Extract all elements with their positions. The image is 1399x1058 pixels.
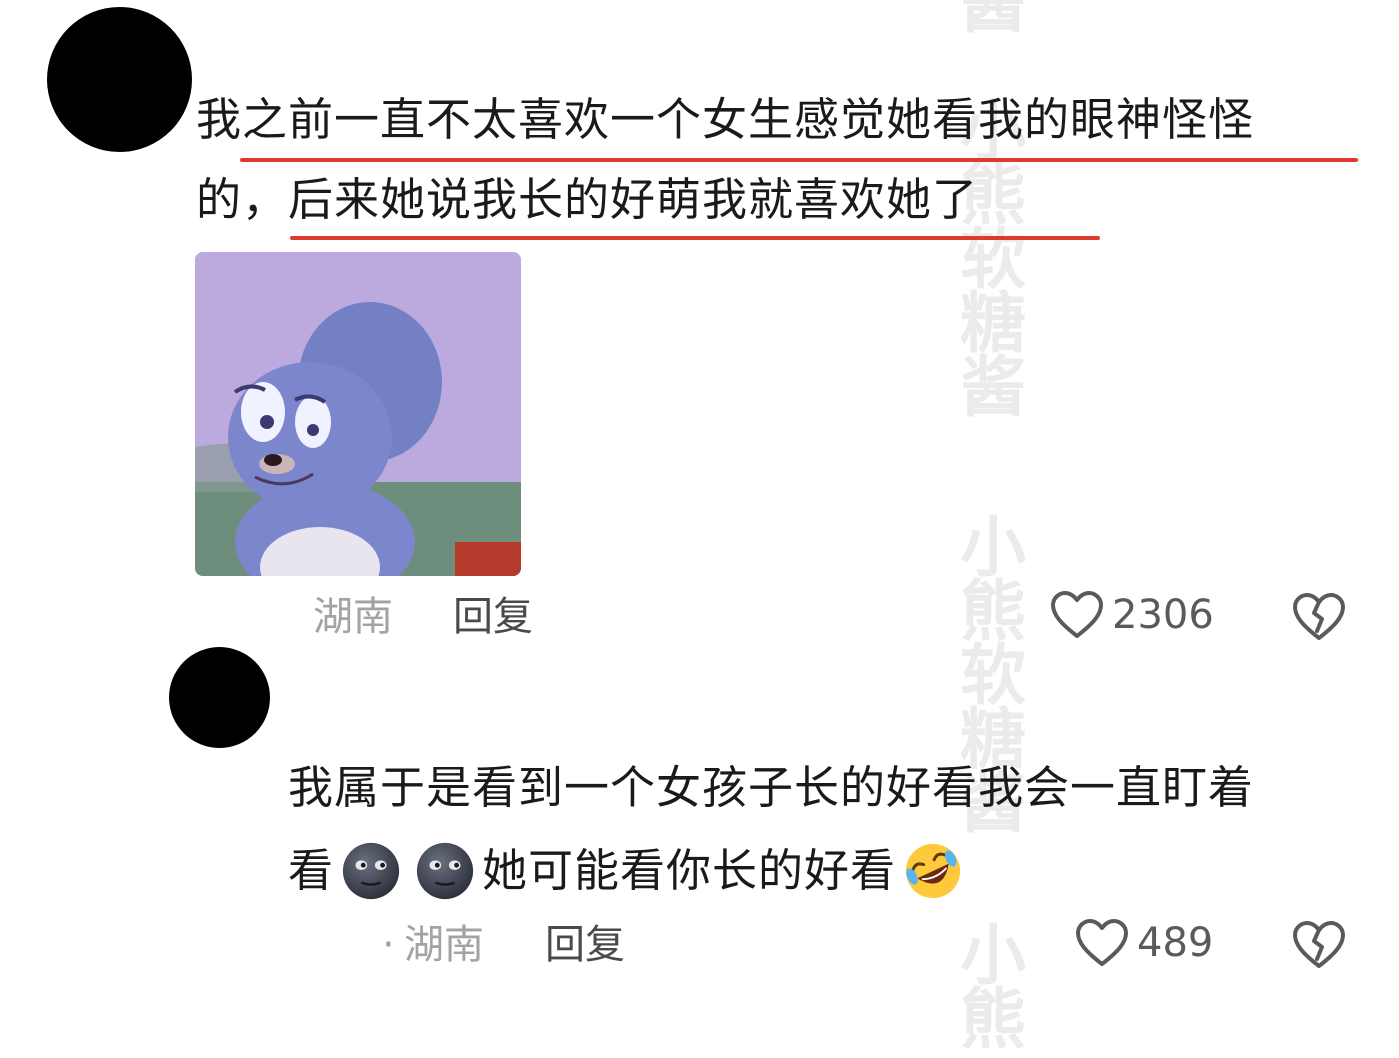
heart-outline-icon xyxy=(1076,919,1128,966)
dislike-button[interactable] xyxy=(1293,919,1345,971)
comment-text-segment: 看 xyxy=(288,844,335,897)
red-underline xyxy=(290,236,1100,240)
dislike-button[interactable] xyxy=(1293,591,1345,643)
like-button[interactable]: 489 xyxy=(1075,918,1213,968)
rolling-on-floor-laughing-emoji-icon xyxy=(905,843,961,899)
avatar[interactable] xyxy=(169,647,270,748)
new-moon-face-emoji-icon xyxy=(416,842,474,900)
location-separator: · xyxy=(382,922,395,968)
heart-outline-icon xyxy=(1051,591,1103,638)
comment-text-line: 我属于是看到一个女孩子长的好看我会一直盯着 xyxy=(288,761,1255,814)
avatar[interactable] xyxy=(47,7,192,152)
comment-text-line: 我之前一直不太喜欢一个女生感觉她看我的眼神怪怪 xyxy=(196,93,1255,146)
red-underline xyxy=(240,158,1358,162)
comment-location: 湖南 xyxy=(313,594,393,640)
comment-text-line: 的，后来她说我长的好萌我就喜欢她了 xyxy=(196,173,979,226)
comment-location: 湖南 xyxy=(404,922,484,968)
broken-heart-icon xyxy=(1293,593,1345,640)
like-count: 2306 xyxy=(1112,592,1214,638)
comment-list: 我之前一直不太喜欢一个女生感觉她看我的眼神怪怪 的，后来她说我长的好萌我就喜欢她… xyxy=(0,0,1399,1008)
new-moon-face-emoji-icon xyxy=(342,842,400,900)
reply-button[interactable]: 回复 xyxy=(453,592,533,642)
comment-text-segment: 她可能看你长的好看 xyxy=(482,844,897,897)
like-button[interactable]: 2306 xyxy=(1050,590,1214,640)
comment-text-line: 看 她可能看你长的好看 xyxy=(288,840,970,902)
broken-heart-icon xyxy=(1293,921,1345,968)
cartoon-mouse-sticker xyxy=(195,252,521,576)
comment-sticker-image[interactable] xyxy=(195,252,521,576)
reply-button[interactable]: 回复 xyxy=(545,920,625,970)
like-count: 489 xyxy=(1137,920,1214,966)
